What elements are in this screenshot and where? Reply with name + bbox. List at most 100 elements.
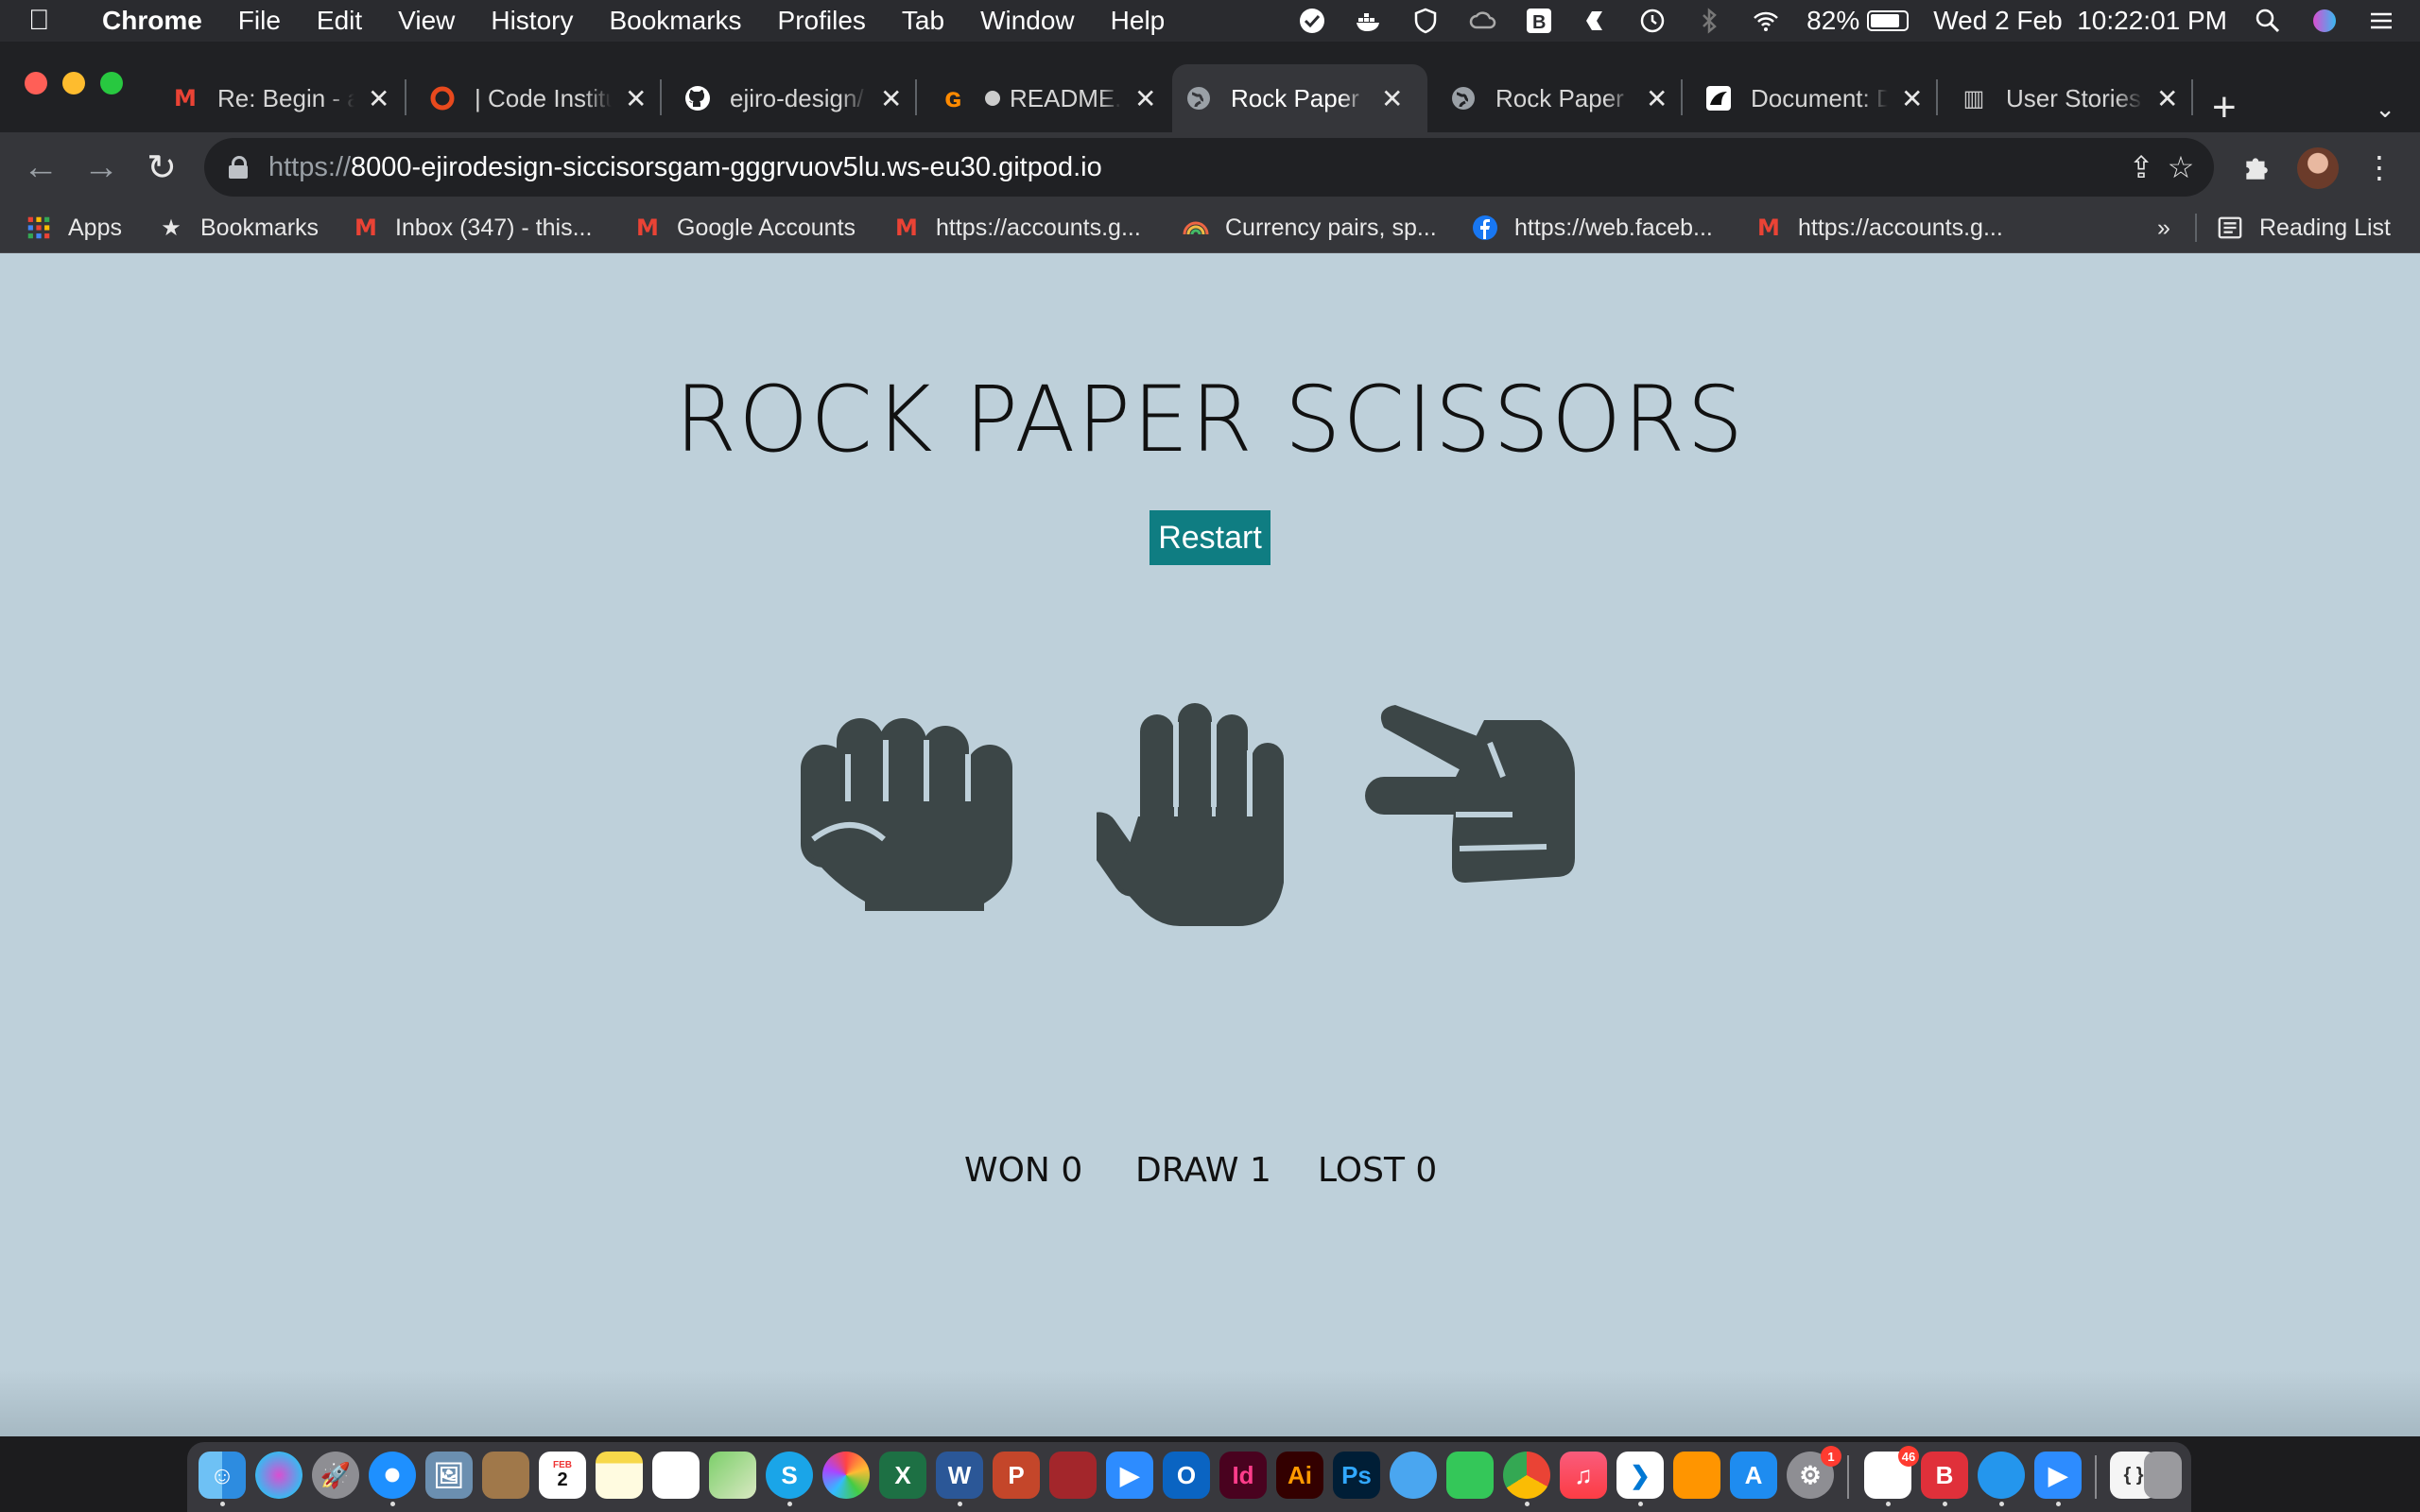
clock[interactable]: Wed 2 Feb 10:22:01 PM (1933, 6, 2227, 36)
bookmarks-overflow-chevron[interactable]: » (2157, 212, 2170, 244)
system-preferences-icon[interactable]: ⚙ 1 (1787, 1446, 1841, 1499)
battery-status[interactable]: 82% (1806, 6, 1910, 36)
tab-github[interactable]: ejiro-design/ ✕ (671, 64, 919, 132)
photo-booth-icon[interactable] (1049, 1452, 1097, 1499)
bear-icon[interactable]: B (1921, 1452, 1968, 1506)
safari-icon[interactable] (369, 1452, 416, 1506)
reading-list-button[interactable]: Reading List (2216, 212, 2391, 244)
trash-icon[interactable] (2144, 1452, 2182, 1499)
close-tab-icon[interactable]: ✕ (1381, 83, 1403, 114)
minimize-window-button[interactable] (62, 72, 85, 94)
control-center-icon[interactable] (2365, 5, 2397, 37)
close-tab-icon[interactable]: ✕ (2156, 83, 2178, 114)
docker-app-icon[interactable] (1978, 1452, 2025, 1506)
back-arrow-icon[interactable]: ← (17, 144, 64, 191)
menu-profiles[interactable]: Profiles (778, 6, 866, 36)
bookmark-google-accounts[interactable]: M Google Accounts (633, 212, 856, 244)
zoom-app-icon[interactable]: ▶ (2034, 1452, 2082, 1506)
excel-icon[interactable]: X (879, 1452, 926, 1499)
zoom-icon[interactable]: ▶ (1106, 1452, 1153, 1499)
menu-app-name[interactable]: Chrome (102, 6, 202, 36)
tab-user-stories[interactable]: ▥ User Stories ✕ (1947, 64, 2195, 132)
vscode-icon[interactable]: ❯ (1616, 1452, 1664, 1506)
bookmark-currency-pairs[interactable]: Currency pairs, sp... (1182, 212, 1437, 244)
maps-icon[interactable] (709, 1452, 756, 1499)
menu-view[interactable]: View (398, 6, 455, 36)
extensions-puzzle-icon[interactable] (2235, 146, 2278, 189)
tab-rock-paper-scissors-active[interactable]: Rock Paper S ✕ (1172, 64, 1427, 132)
bookmark-bookmarks[interactable]: ★ Bookmarks (157, 212, 319, 244)
address-bar[interactable]: https:// 8000-ejirodesign-siccisorsgam-g… (204, 138, 2214, 197)
bluetooth-icon[interactable] (1693, 5, 1725, 37)
facetime-icon[interactable] (1446, 1452, 1494, 1499)
finder-icon[interactable]: ☺ (199, 1452, 246, 1506)
photos-icon[interactable] (822, 1452, 870, 1499)
kebab-menu-icon[interactable]: ⋮ (2358, 146, 2401, 189)
illustrator-icon[interactable]: Ai (1276, 1452, 1323, 1499)
slack-icon[interactable]: 46 (1864, 1446, 1919, 1506)
menu-window[interactable]: Window (980, 6, 1075, 36)
tab-search-chevron-icon[interactable]: ⌄ (2375, 94, 2395, 124)
close-tab-icon[interactable]: ✕ (625, 83, 647, 114)
indesign-icon[interactable]: Id (1219, 1452, 1267, 1499)
chrome-icon[interactable] (1503, 1452, 1550, 1506)
photoshop-icon[interactable]: Ps (1333, 1452, 1380, 1499)
shield-icon[interactable] (1409, 5, 1442, 37)
lock-icon[interactable] (229, 156, 248, 179)
bear-b-icon[interactable]: B (1523, 5, 1555, 37)
preview-icon[interactable]: 🖼 (425, 1452, 473, 1499)
word-icon[interactable]: W (936, 1452, 983, 1506)
menu-help[interactable]: Help (1111, 6, 1166, 36)
forward-arrow-icon[interactable]: → (78, 144, 125, 191)
menu-edit[interactable]: Edit (317, 6, 362, 36)
outlook-icon[interactable]: O (1163, 1452, 1210, 1499)
rock-choice-button[interactable] (799, 697, 1016, 915)
launchpad-icon[interactable]: 🚀 (312, 1452, 359, 1499)
reload-icon[interactable]: ↻ (138, 144, 185, 191)
powerpoint-icon[interactable]: P (993, 1452, 1040, 1499)
spotlight-search-icon[interactable] (2252, 5, 2284, 37)
profile-avatar[interactable] (2297, 147, 2339, 189)
siri-app-icon[interactable] (255, 1452, 302, 1499)
craft-icon[interactable] (1580, 5, 1612, 37)
music-icon[interactable]: ♫ (1560, 1452, 1607, 1499)
tab-gmail[interactable]: M Re: Begin - a ✕ (159, 64, 406, 132)
time-machine-icon[interactable] (1636, 5, 1668, 37)
bookmark-facebook[interactable]: https://web.faceb... (1471, 212, 1713, 244)
bookmark-apps[interactable]: Apps (25, 212, 122, 244)
close-tab-icon[interactable]: ✕ (1646, 83, 1668, 114)
tab-readme[interactable]: ɢ README.m ✕ (926, 64, 1174, 132)
bookmark-inbox[interactable]: M Inbox (347) - this... (352, 212, 592, 244)
siri-icon[interactable] (2308, 5, 2341, 37)
menu-file[interactable]: File (238, 6, 281, 36)
app-store-icon[interactable]: A (1730, 1452, 1777, 1499)
new-tab-plus-icon[interactable]: + (2212, 87, 2237, 129)
creative-cloud-icon[interactable] (1466, 5, 1498, 37)
scissors-choice-button[interactable] (1361, 697, 1579, 915)
notes-icon[interactable] (596, 1452, 643, 1499)
restart-button[interactable]: Restart (1150, 510, 1270, 565)
skype-icon[interactable]: S (766, 1452, 813, 1506)
tab-rock-paper-scissors[interactable]: Rock Paper S ✕ (1437, 64, 1685, 132)
close-tab-icon[interactable]: ✕ (1134, 83, 1156, 114)
close-tab-icon[interactable]: ✕ (880, 83, 902, 114)
calendar-icon[interactable]: FEB 2 (539, 1452, 586, 1499)
apple-icon[interactable]:  (28, 5, 85, 37)
bookmark-star-icon[interactable]: ☆ (2161, 147, 2201, 187)
tab-code-institute[interactable]: | Code Institu ✕ (416, 64, 664, 132)
books-icon[interactable] (1673, 1452, 1720, 1499)
reminders-icon[interactable] (652, 1452, 700, 1499)
paper-choice-button[interactable] (1080, 703, 1286, 926)
contacts-icon[interactable] (482, 1452, 529, 1499)
close-window-button[interactable] (25, 72, 47, 94)
menu-tab[interactable]: Tab (902, 6, 944, 36)
messages-icon[interactable] (1390, 1452, 1437, 1499)
checkmark-icon[interactable] (1296, 5, 1328, 37)
bookmark-accounts-2[interactable]: M https://accounts.g... (1754, 212, 2003, 244)
close-tab-icon[interactable]: ✕ (1901, 83, 1923, 114)
wifi-icon[interactable] (1750, 5, 1782, 37)
bookmark-accounts-1[interactable]: M https://accounts.g... (892, 212, 1141, 244)
close-tab-icon[interactable]: ✕ (368, 83, 389, 114)
menu-bookmarks[interactable]: Bookmarks (609, 6, 741, 36)
share-icon[interactable]: ⇪ (2121, 147, 2161, 187)
